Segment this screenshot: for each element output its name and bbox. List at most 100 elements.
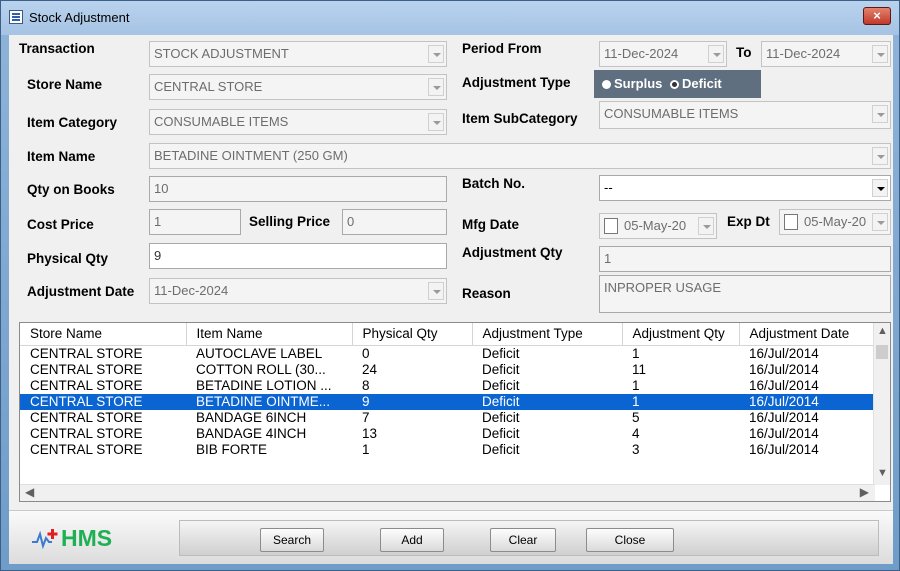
store-name-cell: CENTRAL STORE	[20, 393, 186, 410]
table-row[interactable]: CENTRAL STORE BANDAGE 6INCH 7 Deficit 5 16/Ju…	[20, 410, 875, 426]
item-subcategory-value: CONSUMABLE ITEMS	[604, 106, 739, 121]
chevron-down-icon[interactable]	[872, 105, 888, 123]
selling-price-field[interactable]: 0	[342, 209, 447, 235]
scroll-right-icon[interactable]: ▶	[860, 485, 869, 499]
close-window-button[interactable]: ×	[863, 7, 891, 25]
store-name-cell: CENTRAL STORE	[30, 377, 143, 393]
mfg-date-checkbox[interactable]	[604, 218, 618, 234]
store-name-value: CENTRAL STORE	[154, 79, 263, 94]
scroll-thumb[interactable]	[876, 345, 888, 359]
scroll-down-icon[interactable]: ▼	[874, 467, 890, 485]
reason-label: Reason	[462, 286, 511, 301]
store-name-combo[interactable]: CENTRAL STORE	[149, 74, 447, 100]
mfg-date-picker[interactable]: 05-May-20	[599, 213, 717, 239]
item-name-cell: BETADINE OINTME...	[186, 393, 352, 410]
deficit-radio[interactable]	[670, 80, 680, 89]
chevron-down-icon[interactable]	[872, 213, 888, 231]
store-name-cell: CENTRAL STORE	[30, 345, 143, 361]
adjustment-type-radio-group: Surplus Deficit	[594, 70, 761, 98]
batch-no-combo[interactable]: --	[599, 175, 891, 201]
surplus-label: Surplus	[614, 76, 663, 91]
adjustment-qty-cell: 1	[622, 393, 739, 410]
table-row[interactable]: CENTRAL STORE AUTOCLAVE LABEL 0 Deficit 1 16/…	[20, 345, 875, 362]
chevron-down-icon[interactable]	[872, 45, 888, 63]
column-header-adjustment-date[interactable]: Adjustment Date	[739, 323, 876, 346]
item-name-cell: BANDAGE 6INCH	[196, 409, 307, 425]
adjustment-table: Store Name Item Name Physical Qty Adjust…	[20, 323, 876, 458]
adjustment-date-cell: 16/Jul/2014	[749, 425, 819, 441]
physical-qty-field[interactable]: 9	[149, 243, 447, 269]
scroll-up-icon[interactable]: ▲	[874, 325, 890, 343]
transaction-combo[interactable]: STOCK ADJUSTMENT	[149, 41, 447, 67]
adjustment-qty-field[interactable]: 1	[599, 246, 891, 272]
column-header-adjustment-type[interactable]: Adjustment Type	[472, 323, 623, 346]
adjustment-date-cell: 16/Jul/2014	[749, 361, 819, 377]
period-to-picker[interactable]: 11-Dec-2024	[761, 41, 891, 67]
table-row[interactable]: CENTRAL STORE COTTON ROLL (30... 24 Deficit…	[20, 362, 875, 378]
chevron-down-icon[interactable]	[428, 45, 444, 63]
adjustment-qty-cell: 3	[632, 441, 640, 457]
exp-dt-label: Exp Dt	[727, 214, 770, 229]
vertical-scrollbar[interactable]: ▲ ▼	[873, 323, 890, 485]
add-button[interactable]: Add	[380, 528, 444, 552]
physical-qty-cell: 0	[362, 345, 370, 361]
period-from-picker[interactable]: 11-Dec-2024	[599, 41, 727, 67]
exp-date-checkbox[interactable]	[784, 214, 798, 230]
chevron-down-icon[interactable]	[708, 45, 724, 63]
logo-text: HMS	[61, 525, 113, 551]
adjustment-date-cell: 16/Jul/2014	[749, 345, 819, 361]
app-icon	[9, 10, 23, 24]
title-bar[interactable]: Stock Adjustment ×	[1, 1, 899, 35]
adjustment-type-cell: Deficit	[482, 361, 520, 377]
chevron-down-icon[interactable]	[428, 282, 444, 300]
store-name-cell: CENTRAL STORE	[30, 361, 143, 377]
chevron-down-icon[interactable]	[872, 147, 888, 165]
table-row[interactable]: CENTRAL STORE BETADINE LOTION ... 8 Deficit…	[20, 378, 875, 394]
table-row[interactable]: CENTRAL STORE BETADINE OINTME... 9 Deficit 1…	[20, 393, 875, 410]
chevron-down-icon[interactable]	[428, 113, 444, 131]
batch-no-value: --	[604, 180, 613, 195]
mfg-date-label: Mfg Date	[462, 217, 519, 232]
item-subcategory-label: Item SubCategory	[462, 111, 578, 126]
physical-qty-cell: 1	[362, 441, 370, 457]
surplus-radio[interactable]	[602, 80, 611, 89]
column-header-physical-qty[interactable]: Physical Qty	[352, 323, 473, 346]
column-header-item-name[interactable]: Item Name	[186, 323, 353, 346]
period-to-value: 11-Dec-2024	[766, 46, 841, 61]
qty-on-books-field[interactable]: 10	[149, 176, 447, 202]
exp-date-picker[interactable]: 05-May-20	[779, 209, 891, 235]
cost-price-field[interactable]: 1	[149, 209, 241, 235]
table-row[interactable]: CENTRAL STORE BANDAGE 4INCH 13 Deficit 4 16/J…	[20, 426, 875, 442]
exp-date-value: 05-May-20	[804, 214, 867, 229]
adjustment-date-picker[interactable]: 11-Dec-2024	[149, 278, 447, 304]
adjustment-date-cell: 16/Jul/2014	[749, 409, 819, 425]
adjustment-type-label: Adjustment Type	[462, 75, 571, 90]
store-name-cell: CENTRAL STORE	[30, 425, 143, 441]
adjustment-qty-cell: 1	[632, 345, 640, 361]
store-name-label: Store Name	[27, 77, 103, 92]
chevron-down-icon[interactable]	[698, 217, 714, 235]
store-name-cell: CENTRAL STORE	[30, 409, 143, 425]
scroll-left-icon[interactable]: ◀	[25, 485, 34, 499]
clear-button[interactable]: Clear	[490, 528, 556, 552]
close-button[interactable]: Close	[586, 528, 674, 552]
physical-qty-cell: 9	[352, 393, 472, 410]
heartbeat-plus-icon	[32, 529, 58, 550]
adjustment-grid[interactable]: Store Name Item Name Physical Qty Adjust…	[19, 322, 891, 502]
search-button[interactable]: Search	[260, 528, 324, 552]
chevron-down-icon[interactable]	[872, 179, 888, 197]
reason-field[interactable]: INPROPER USAGE	[599, 275, 891, 313]
stock-adjustment-window: Stock Adjustment × Transaction STOCK ADJ…	[0, 0, 900, 571]
cost-price-label: Cost Price	[27, 217, 94, 232]
horizontal-scrollbar[interactable]: ◀ ▶	[20, 484, 875, 501]
adjustment-qty-cell: 11	[632, 361, 647, 377]
item-subcategory-combo[interactable]: CONSUMABLE ITEMS	[599, 101, 891, 129]
item-name-combo[interactable]: BETADINE OINTMENT (250 GM)	[149, 143, 891, 169]
adjustment-type-cell: Deficit	[472, 393, 622, 410]
column-header-adjustment-qty[interactable]: Adjustment Qty	[622, 323, 740, 346]
adjustment-type-cell: Deficit	[482, 441, 520, 457]
table-row[interactable]: CENTRAL STORE BIB FORTE 1 Deficit 3 16/Jul/20…	[20, 442, 875, 458]
column-header-store-name[interactable]: Store Name	[20, 323, 187, 346]
item-category-combo[interactable]: CONSUMABLE ITEMS	[149, 109, 447, 135]
chevron-down-icon[interactable]	[428, 78, 444, 96]
